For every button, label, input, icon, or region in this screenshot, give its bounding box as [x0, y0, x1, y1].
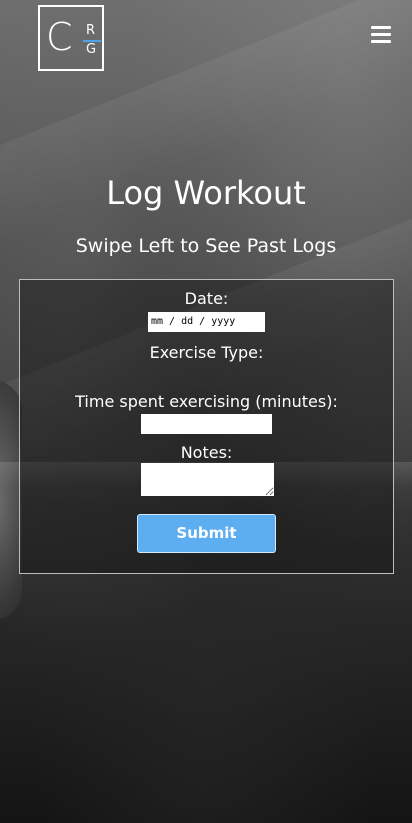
menu-bar — [371, 40, 391, 43]
page-subtitle: Swipe Left to See Past Logs — [75, 235, 337, 257]
hamburger-menu-icon[interactable] — [371, 26, 391, 44]
logo-letter-c: C — [46, 15, 73, 59]
logo-letter-g: G — [86, 42, 97, 57]
date-label: Date: — [184, 289, 229, 308]
date-field[interactable]: mm / dd / yyyy — [148, 312, 265, 332]
submit-button[interactable]: Submit — [137, 514, 276, 553]
log-workout-form: Date: mm / dd / yyyy Exercise Type: Time… — [19, 279, 394, 574]
crg-logo[interactable]: C R G — [38, 5, 104, 71]
time-spent-label: Time spent exercising (minutes): — [75, 392, 338, 411]
menu-bar — [371, 26, 391, 29]
notes-textarea[interactable] — [141, 463, 274, 496]
exercise-type-label: Exercise Type: — [149, 343, 264, 362]
time-spent-input[interactable] — [141, 414, 272, 434]
menu-bar — [371, 33, 391, 36]
notes-label: Notes: — [180, 443, 233, 462]
page-title: Log Workout — [106, 174, 306, 212]
workout-log-screen: C R G Log Workout Swipe Left to See Past… — [0, 0, 412, 823]
logo-letter-r: R — [86, 23, 96, 38]
